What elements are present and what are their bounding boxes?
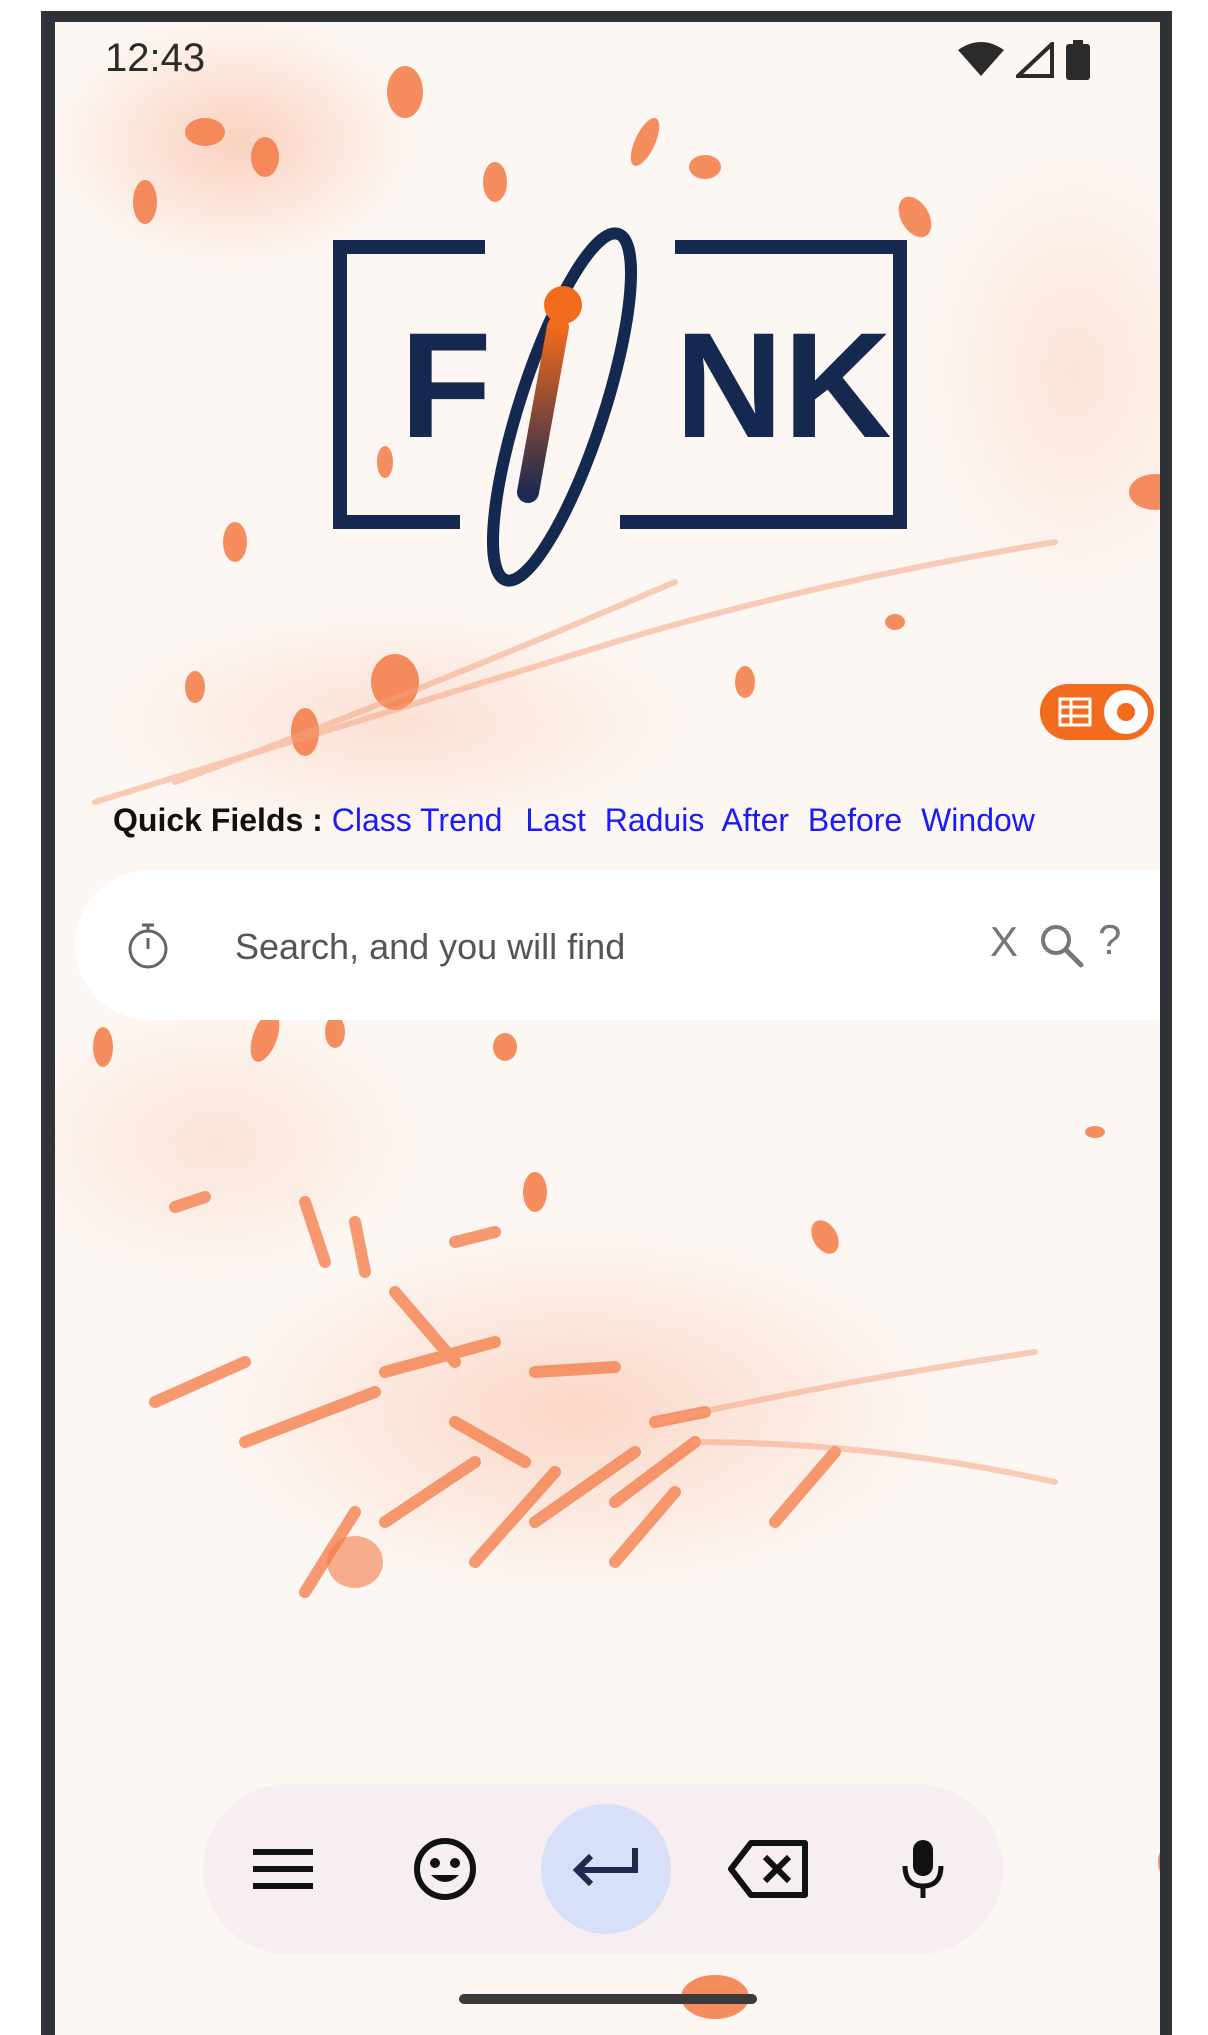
emoji-button[interactable]: [380, 1804, 510, 1934]
clear-search-button[interactable]: X: [990, 918, 1018, 966]
search-bar[interactable]: Search, and you will find X ?: [75, 870, 1160, 1020]
quick-field-after[interactable]: After: [721, 802, 789, 838]
quick-field-class-trend[interactable]: Class Trend: [332, 802, 503, 838]
search-icon[interactable]: [1038, 922, 1084, 968]
quick-fields-label: Quick Fields :: [113, 802, 323, 838]
table-view-toggle[interactable]: [1040, 684, 1154, 740]
emoji-icon: [414, 1838, 476, 1900]
quick-field-window[interactable]: Window: [921, 802, 1035, 838]
menu-icon: [253, 1849, 313, 1889]
quick-field-last[interactable]: Last: [525, 802, 585, 838]
quick-fields: Quick Fields : Class Trend Last Raduis A…: [113, 802, 1049, 839]
quick-field-raduis[interactable]: Raduis: [605, 802, 705, 838]
help-button[interactable]: ?: [1098, 916, 1121, 964]
backspace-button[interactable]: [703, 1804, 833, 1934]
enter-icon: [572, 1848, 638, 1887]
search-input[interactable]: Search, and you will find: [235, 926, 625, 968]
backspace-icon: [728, 1840, 808, 1898]
microphone-icon: [902, 1840, 944, 1898]
app-screen: 12:43 F NK Quick Fields: Class Trend La…: [55, 22, 1160, 2035]
home-indicator[interactable]: [459, 1994, 757, 2004]
svg-text:NK: NK: [675, 301, 892, 469]
quick-field-before[interactable]: Before: [808, 802, 902, 838]
voice-input-button[interactable]: [858, 1804, 988, 1934]
timer-icon[interactable]: [125, 922, 171, 970]
fink-logo: F NK: [333, 227, 907, 587]
toggle-knob: [1104, 690, 1148, 734]
keyboard-toolbar: [203, 1784, 1003, 1954]
keyboard-menu-button[interactable]: [218, 1804, 348, 1934]
table-icon: [1058, 697, 1092, 727]
enter-button[interactable]: [541, 1804, 671, 1934]
svg-text:F: F: [400, 301, 492, 469]
